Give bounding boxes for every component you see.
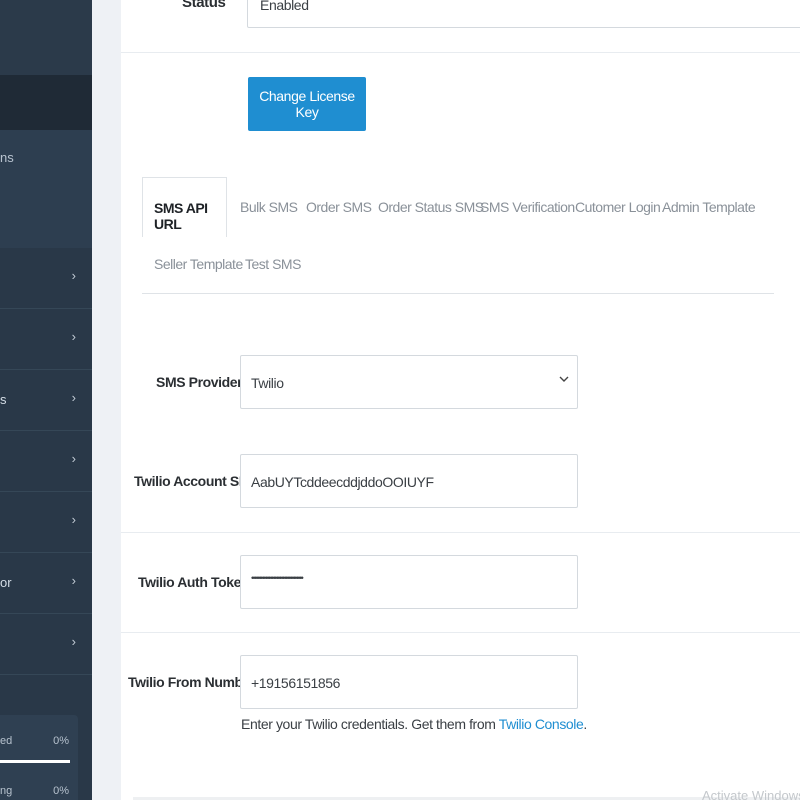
tab-order-status-sms[interactable]: Order Status SMS — [378, 199, 484, 215]
account-sid-value: AabUYTcddeecddjddoOOIUYF — [251, 474, 434, 490]
tabs-divider — [142, 293, 774, 294]
chevron-right-icon: › — [71, 634, 76, 649]
sidebar-active-item[interactable] — [0, 75, 92, 130]
sidebar-submenu-label[interactable]: ns — [0, 150, 14, 165]
sidebar-item[interactable]: › — [0, 614, 92, 675]
tab-customer-login[interactable]: Cutomer Login — [575, 199, 661, 215]
progress-percent: 0% — [53, 785, 69, 797]
chevron-right-icon: › — [71, 512, 76, 527]
account-sid-input[interactable]: AabUYTcddeecddjddoOOIUYF — [240, 454, 578, 508]
account-sid-label: Twilio Account SID — [134, 473, 253, 489]
status-label: Status — [182, 0, 226, 11]
auth-token-label: Twilio Auth Token — [138, 574, 250, 590]
tab-sms-api-url[interactable]: SMS API URL — [142, 177, 227, 237]
status-value: Enabled — [260, 0, 309, 13]
divider — [121, 52, 800, 53]
divider — [121, 632, 800, 633]
chevron-right-icon: › — [71, 268, 76, 283]
sidebar-item-label: s — [0, 392, 7, 407]
auth-token-input[interactable]: ••••••••••••••••••••••••••••••••• — [240, 555, 578, 609]
tab-sms-verification[interactable]: SMS Verification — [480, 199, 575, 215]
chevron-right-icon: › — [71, 573, 76, 588]
divider — [121, 532, 800, 533]
sidebar-item-label: or — [0, 575, 12, 590]
auth-token-value: ••••••••••••••••••••••••••••••••• — [251, 573, 304, 583]
tab-admin-template[interactable]: Admin Template — [662, 199, 756, 215]
sidebar-item[interactable]: or › — [0, 553, 92, 614]
help-text-suffix: . — [583, 716, 587, 732]
help-text-body: Enter your Twilio credentials. Get them … — [241, 716, 496, 732]
from-number-value: +19156151856 — [251, 675, 341, 691]
status-select[interactable]: Enabled — [247, 0, 800, 28]
change-license-key-button[interactable]: Change License Key — [248, 77, 366, 131]
sidebar-header — [0, 0, 92, 75]
sidebar-item[interactable]: › — [0, 248, 92, 309]
sidebar-item[interactable]: › — [0, 431, 92, 492]
sms-provider-select[interactable]: Twilio — [240, 355, 578, 409]
twilio-console-link[interactable]: Twilio Console — [499, 716, 584, 732]
activate-windows-watermark: Activate Windows — [702, 788, 800, 800]
chevron-right-icon: › — [71, 451, 76, 466]
help-text: Enter your Twilio credentials. Get them … — [241, 716, 587, 732]
tab-bulk-sms[interactable]: Bulk SMS — [240, 199, 298, 215]
sidebar-item[interactable]: › — [0, 492, 92, 553]
sidebar-item[interactable]: s › — [0, 370, 92, 431]
progress-row: ed 0% — [0, 735, 78, 747]
sidebar-item[interactable]: › — [0, 309, 92, 370]
chevron-down-icon — [559, 372, 569, 387]
progress-label: ng — [0, 785, 13, 797]
sms-provider-label: SMS Provider — [156, 374, 243, 390]
tab-order-sms[interactable]: Order SMS — [306, 199, 372, 215]
tab-seller-template[interactable]: Seller Template — [154, 256, 243, 272]
progress-bar — [0, 760, 70, 763]
tab-test-sms[interactable]: Test SMS — [245, 256, 301, 272]
tab-label: SMS API URL — [154, 200, 208, 232]
progress-row: ng 0% — [0, 785, 78, 797]
from-number-label: Twilio From Number — [128, 674, 256, 690]
progress-label: ed — [0, 735, 13, 747]
chevron-right-icon: › — [71, 329, 76, 344]
chevron-right-icon: › — [71, 390, 76, 405]
sms-provider-value: Twilio — [251, 375, 284, 391]
progress-percent: 0% — [53, 735, 69, 747]
from-number-input[interactable]: +19156151856 — [240, 655, 578, 709]
sidebar-submenu — [0, 130, 92, 248]
